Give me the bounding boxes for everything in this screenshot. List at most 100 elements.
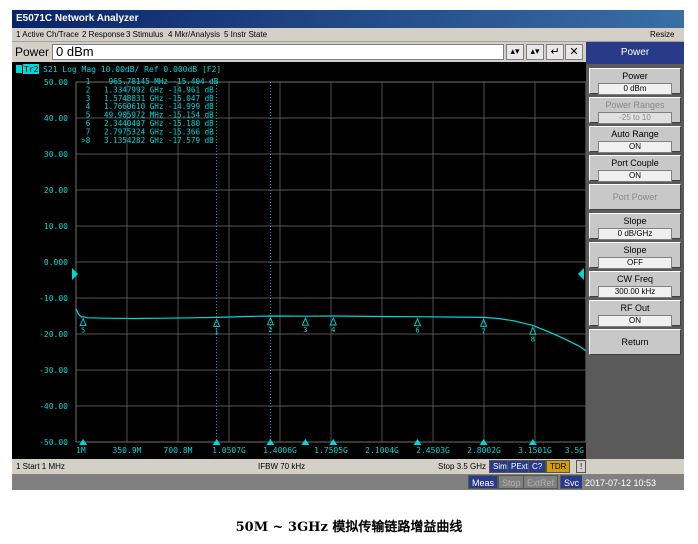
marker-label: 6 <box>415 327 419 335</box>
instrument-status-bar: Meas Stop ExtRef Svc 2017-07-12 10:53 <box>12 474 684 490</box>
trace-header: Tr2 S21 Log Mag 10.00dB/ Ref 0.000dB [F2… <box>16 64 221 74</box>
softkey-value: 0 dB/GHz <box>598 228 672 240</box>
trace-plot[interactable]: 50.00 40.00 30.00 20.00 10.00 0.000 -10.00 -20.… <box>12 62 586 459</box>
softkey-value: ON <box>598 170 672 182</box>
stop-indicator: Stop <box>498 475 525 489</box>
softkey-label: Return <box>621 337 649 347</box>
softkey-header: Power <box>586 42 684 64</box>
x-tick-label: 1.7505G <box>314 446 348 455</box>
extref-indicator: ExtRef <box>523 475 559 489</box>
spin-up-down-icon[interactable]: ▴▾ <box>506 44 524 60</box>
enter-icon[interactable]: ↵ <box>546 44 564 60</box>
meas-indicator: Meas <box>468 475 499 489</box>
menu-response[interactable]: 2 Response <box>82 28 125 42</box>
date-time: 2017-07-12 10:53 <box>582 475 684 489</box>
x-tick-label: 3.1501G <box>518 446 552 455</box>
menu-active-ch-trace[interactable]: 1 Active Ch/Trace <box>16 28 79 42</box>
marker-label: 1 <box>215 327 219 335</box>
ifbw-label: IFBW 70 kHz <box>258 462 306 471</box>
softkey-cw-freq[interactable]: CW Freq 300.00 kHz <box>589 271 681 298</box>
y-tick-label: 40.00 <box>44 114 68 123</box>
marker-triangle-icon <box>479 318 488 327</box>
network-analyzer-window: E5071C Network Analyzer 1 Active Ch/Trac… <box>12 10 684 490</box>
softkey-slope[interactable]: Slope OFF <box>589 242 681 269</box>
y-tick-label: -10.00 <box>39 294 68 303</box>
x-tick-label: 3.5G <box>565 446 584 455</box>
softkey-label: Port Couple <box>611 158 659 168</box>
softkey-slope[interactable]: Slope 0 dB/GHz <box>589 213 681 240</box>
softkey-port-power: Port Power <box>589 184 681 210</box>
step-icon[interactable]: ▴▾ <box>526 44 544 60</box>
softkey-port-couple[interactable]: Port Couple ON <box>589 155 681 182</box>
softkey-value: ON <box>598 141 672 153</box>
y-tick-label: 0.000 <box>44 258 68 267</box>
y-tick-label: -40.00 <box>39 402 68 411</box>
softkey-label: Slope <box>623 245 647 255</box>
y-tick-label: -30.00 <box>39 366 68 375</box>
close-icon[interactable]: ✕ <box>565 44 583 60</box>
trace-badge: Tr2 <box>24 65 39 74</box>
y-tick-label: 30.00 <box>44 150 68 159</box>
marker-label: 7 <box>482 327 486 335</box>
ref-level-right-icon <box>578 268 584 280</box>
marker-triangle-icon <box>79 317 87 327</box>
softkey-value: -25 to 10 <box>598 112 672 124</box>
softkey-label: CW Freq <box>617 274 653 284</box>
softkey-return[interactable]: Return <box>589 329 681 355</box>
softkey-value: 0 dBm <box>598 83 672 95</box>
start-freq-label: 1 Start 1 MHz <box>16 462 65 471</box>
entry-label: Power <box>15 45 50 59</box>
menu-bar: 1 Active Ch/Trace 2 Response 3 Stimulus … <box>12 28 684 42</box>
marker-triangle-icon <box>266 316 275 326</box>
x-tick-label: 700.8M <box>164 446 193 455</box>
tdr-badge: TDR <box>546 460 571 473</box>
softkey-value: ON <box>598 315 672 327</box>
power-entry-field[interactable]: 0 dBm <box>52 44 504 60</box>
softkey-label: Power <box>622 71 648 81</box>
marker-label: 2 <box>268 326 272 334</box>
softkey-label: Port Power <box>612 192 658 202</box>
marker-label: 4 <box>331 326 335 334</box>
entry-bar: Power 0 dBm ▴▾ ▴▾ ↵ ✕ <box>12 42 586 62</box>
y-tick-labels: 50.00 40.00 30.00 20.00 10.00 0.000 -10.00 -20.… <box>39 78 68 447</box>
softkey-panel: Power Power 0 dBm Power Ranges -25 to 10 Aut… <box>586 42 684 459</box>
marker-triangle-icon <box>413 317 422 327</box>
softkey-label: RF Out <box>620 303 650 313</box>
marker-label: 3 <box>303 326 307 334</box>
marker-table-row: >8 3.1354282 GHz -17.579 dB <box>72 136 214 145</box>
trace-chart: 50.00 40.00 30.00 20.00 10.00 0.000 -10.00 -20.… <box>16 64 586 455</box>
softkey-label: Auto Range <box>611 129 659 139</box>
x-tick-label: 1.0507G <box>212 446 246 455</box>
marker-triangle-icon <box>301 317 310 326</box>
x-tick-label: 350.9M <box>113 446 142 455</box>
menu-resize[interactable]: Resize <box>650 28 674 42</box>
softkey-label: Slope <box>623 216 647 226</box>
softkey-auto-range[interactable]: Auto Range ON <box>589 126 681 153</box>
y-tick-label: 10.00 <box>44 222 68 231</box>
y-tick-label: 20.00 <box>44 186 68 195</box>
softkey-value: OFF <box>598 257 672 269</box>
marker-label: 5 <box>81 327 85 335</box>
trace-active-icon <box>16 65 22 73</box>
softkey-value: 300.00 kHz <box>598 286 672 298</box>
window-title: E5071C Network Analyzer <box>12 10 684 28</box>
menu-stimulus[interactable]: 3 Stimulus <box>126 28 163 42</box>
x-tick-label: 2.8002G <box>467 446 501 455</box>
x-tick-label: 2.1004G <box>365 446 399 455</box>
svc-indicator: Svc <box>560 475 584 489</box>
warning-badge: ! <box>576 460 587 473</box>
x-tick-label: 1.4006G <box>263 446 297 455</box>
menu-mkr-analysis[interactable]: 4 Mkr/Analysis <box>168 28 220 42</box>
y-tick-label: -50.00 <box>39 438 68 447</box>
softkey-power-ranges: Power Ranges -25 to 10 <box>589 97 681 124</box>
y-tick-label: -20.00 <box>39 330 68 339</box>
x-tick-labels: 1M 350.9M 700.8M 1.0507G 1.4006G 1.7505G 2.100… <box>76 446 584 455</box>
trace-header-text: S21 Log Mag 10.00dB/ Ref 0.000dB [F2] <box>43 65 221 74</box>
c2-badge: C? <box>528 460 547 473</box>
softkey-power[interactable]: Power 0 dBm <box>589 68 681 95</box>
softkey-rf-out[interactable]: RF Out ON <box>589 300 681 327</box>
menu-instr-state[interactable]: 5 Instr State <box>224 28 267 42</box>
status-bar: 1 Start 1 MHz IFBW 70 kHz Stop 3.5 GHz S… <box>12 460 587 473</box>
x-tick-label: 2.4503G <box>416 446 450 455</box>
figure-caption: 50M ~ 3GHz 模拟传输链路增益曲线 <box>235 520 463 535</box>
